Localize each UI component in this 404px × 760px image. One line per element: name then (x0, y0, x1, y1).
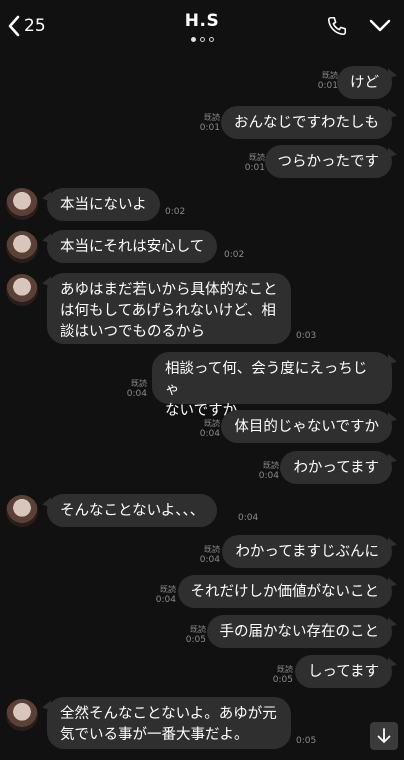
outgoing-message[interactable]: 体目的じゃないですか (221, 410, 392, 443)
message-text-line: は何もしてあげられないけど、相 (60, 303, 276, 319)
message-text-line: 相談って何、会う度にえっちじゃ (165, 361, 368, 398)
message-text: おんなじですわたしも (234, 115, 379, 131)
message-text: わかってますじぶんに (235, 544, 379, 560)
message-text: わかってます (293, 460, 379, 476)
incoming-message[interactable]: そんなことないよ、、、 (47, 494, 218, 527)
incoming-message[interactable]: 全然そんなことないよ。あゆが元 気でいる事が一番大事だよ。 (47, 697, 291, 749)
contact-avatar[interactable] (6, 495, 38, 527)
outgoing-message[interactable]: 相談って何、会う度にえっちじゃ ないですか (152, 352, 392, 419)
message-text: 本当にそれは安心して (60, 239, 205, 255)
message-list[interactable]: 0:01 既読0:01 けど 既読0:01 おんなじですわたしも 既読0:01 … (0, 0, 404, 760)
message-text-line: 気でいる事が一番大事だよ。 (60, 727, 249, 743)
message-text: そんなことないよ、、、 (60, 503, 205, 519)
message-meta: 既読 0:05 (185, 625, 206, 645)
message-meta: 既読 0:04 (199, 545, 220, 565)
message-text: しってます (307, 664, 379, 680)
contact-avatar[interactable] (6, 699, 38, 731)
scroll-to-bottom-button[interactable] (370, 722, 398, 750)
chat-header: 25 H.S (0, 0, 404, 48)
message-text: 手の届かない存在のこと (219, 624, 380, 640)
page-dot-active (190, 37, 196, 42)
message-text: それだけしか価値がないこと (190, 584, 380, 600)
incoming-message[interactable]: 本当にそれは安心して (47, 230, 218, 263)
phone-call-button[interactable] (326, 15, 348, 37)
outgoing-message[interactable]: つらかったです (264, 145, 392, 178)
page-indicator (0, 37, 404, 42)
outgoing-message[interactable]: 手の届かない存在のこと (206, 615, 392, 648)
outgoing-message[interactable]: わかってますじぶんに (222, 535, 392, 568)
outgoing-message[interactable]: わかってます (280, 451, 392, 484)
outgoing-message[interactable]: それだけしか価値がないこと (177, 575, 392, 608)
message-text: 本当にないよ (60, 197, 147, 213)
message-meta: 既読 0:04 (199, 419, 220, 439)
contact-avatar[interactable] (6, 231, 38, 263)
message-meta: 既読 0:01 (244, 153, 265, 173)
incoming-message[interactable]: あゆはまだ若いから具体的なこと は何もしてあげられないけど、相 談はいつでものる… (47, 273, 291, 344)
message-time: 0:02 (165, 207, 186, 217)
outgoing-message[interactable]: おんなじですわたしも (221, 106, 392, 139)
message-meta: 既読 0:04 (258, 461, 279, 481)
message-meta: 既読 0:01 (317, 71, 338, 91)
incoming-message[interactable]: 本当にないよ (47, 188, 160, 221)
message-text: つらかったです (277, 154, 380, 170)
message-text: 体目的じゃないですか (234, 419, 379, 435)
outgoing-message[interactable]: しってます (294, 655, 392, 688)
message-text: けど (350, 75, 379, 91)
contact-avatar[interactable] (6, 274, 38, 306)
message-meta: 既読 0:01 (199, 113, 220, 133)
page-dot (199, 37, 205, 42)
message-meta: 既読 0:05 (272, 665, 293, 685)
message-meta: 既読 0:04 (126, 379, 147, 399)
contact-avatar[interactable] (6, 188, 38, 220)
page-dot (208, 37, 214, 42)
outgoing-message[interactable]: けど (337, 66, 392, 99)
message-time: 0:02 (224, 250, 245, 260)
message-text-line: 全然そんなことないよ。あゆが元 (60, 706, 277, 722)
chevron-down-icon[interactable] (369, 16, 391, 36)
message-text-line: あゆはまだ若いから具体的なこと (60, 282, 278, 298)
message-time: 0:03 (296, 331, 317, 341)
arrow-down-icon (377, 728, 391, 743)
message-time: 0:05 (296, 736, 317, 746)
message-meta: 既読 0:04 (155, 585, 176, 605)
message-time: 0:04 (238, 513, 259, 523)
message-text-line: 談はいつでものるから (60, 324, 205, 340)
